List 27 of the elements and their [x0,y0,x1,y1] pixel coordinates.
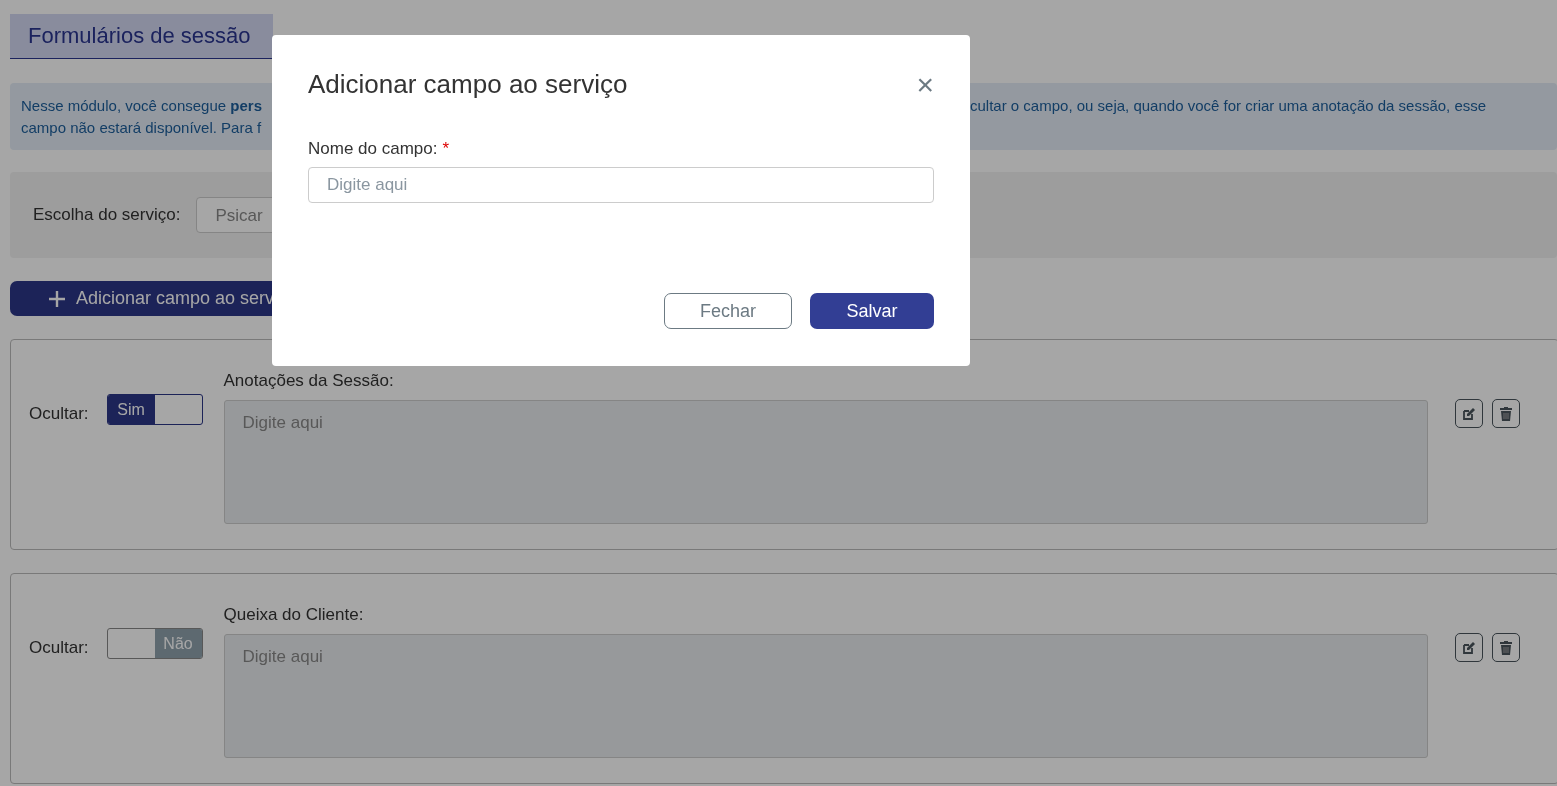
trash-icon [1499,640,1512,655]
hide-label: Ocultar: [29,404,89,424]
required-mark: * [442,139,450,159]
input-field[interactable]: Digite aqui [308,167,934,203]
info-text: cultar o campo, ou seja, quando você for criar uma anotação da sessão, esse [970,96,1487,116]
page-title: Formulários de sessão [10,14,273,58]
hide-toggle[interactable]: Sim [106,394,203,425]
delete-button[interactable] [1491,633,1520,662]
info-text: campo não estará disponível. Para f [21,118,263,138]
field-label: Nome do campo: [308,139,438,159]
edit-icon [1461,640,1476,655]
hide-label: Ocultar: [29,638,89,658]
field-label: Queixa do Cliente: [223,605,365,625]
info-text: Nesse módulo, você consegue pers [21,96,263,116]
edit-icon [1461,406,1476,421]
delete-button[interactable] [1491,399,1520,428]
service-label: Escolha do serviço: [33,205,181,225]
close-button[interactable]: × [916,69,934,100]
plus-icon [48,289,66,308]
close-dialog-button[interactable]: Fechar [664,293,792,329]
edit-button[interactable] [1454,633,1483,662]
modal-title: Adicionar campo ao serviço [308,69,628,100]
save-button[interactable]: Salvar [810,293,934,329]
trash-icon [1499,406,1512,421]
hide-toggle[interactable]: Não [106,628,203,659]
edit-button[interactable] [1454,399,1483,428]
field-label: Anotações da Sessão: [223,371,395,391]
